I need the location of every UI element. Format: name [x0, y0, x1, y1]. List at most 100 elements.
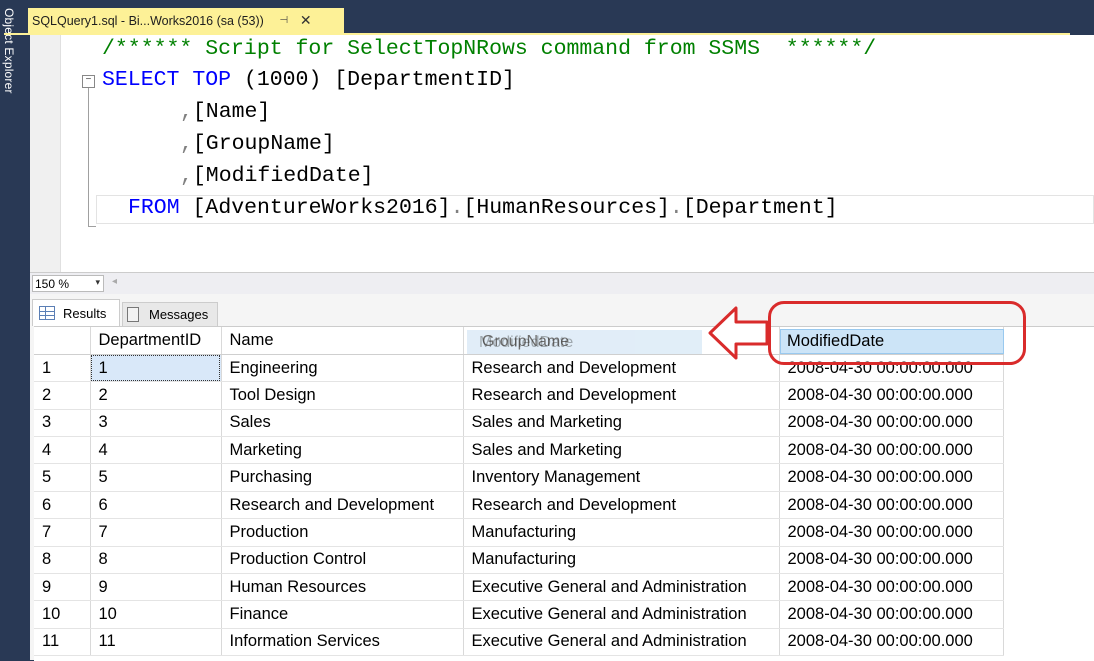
cell-departmentid[interactable]: 1 [90, 354, 222, 383]
tab-messages[interactable]: Messages [122, 302, 218, 326]
column-header-name[interactable]: Name [221, 327, 464, 355]
document-tab-strip: SQLQuery1.sql - Bi...Works2016 (sa (53))… [24, 0, 1094, 33]
table-row[interactable]: 3 3 Sales Sales and Marketing 2008-04-30 00:… [34, 409, 1004, 438]
cell-name[interactable]: Marketing [221, 436, 464, 465]
table-row[interactable]: 4 4 Marketing Sales and Marketing 2008-04-30… [34, 436, 1004, 465]
cell-modifieddate[interactable]: 2008-04-30 00:00:00.000 [779, 546, 1004, 575]
row-number-header[interactable] [34, 327, 91, 355]
document-tab-title[interactable]: SQLQuery1.sql - Bi...Works2016 (sa (53)) [32, 14, 264, 28]
table-row[interactable]: 8 8 Production Control Manufacturing 2008-04… [34, 546, 1004, 575]
cell-groupname[interactable]: Research and Development [463, 491, 780, 520]
table-row[interactable]: 10 10 Finance Executive General and Adminis… [34, 600, 1004, 629]
cell-name[interactable]: Production [221, 518, 464, 547]
editor-gutter [30, 35, 60, 272]
cell-modifieddate[interactable]: 2008-04-30 00:00:00.000 [779, 409, 1004, 438]
results-grid[interactable]: DepartmentID Name 1 1 Engineering Research … [34, 326, 1094, 661]
cell-groupname[interactable]: Executive General and Administration [463, 628, 780, 657]
cell-departmentid[interactable]: 6 [90, 491, 222, 520]
table-row[interactable]: 6 6 Research and Development Research and D… [34, 491, 1004, 520]
cell-departmentid[interactable]: 10 [90, 600, 222, 629]
table-row[interactable]: 2 2 Tool Design Research and Development 200… [34, 381, 1004, 410]
cell-modifieddate[interactable]: 2008-04-30 00:00:00.000 [779, 463, 1004, 492]
document-tab[interactable]: SQLQuery1.sql - Bi...Works2016 (sa (53))… [28, 8, 344, 33]
object-explorer-label[interactable]: Object Explorer [2, 8, 16, 94]
cell-departmentid[interactable]: 4 [90, 436, 222, 465]
cell-groupname[interactable]: Sales and Marketing [463, 409, 780, 438]
table-row[interactable]: 11 11 Information Services Executive Genera… [34, 628, 1004, 657]
row-number[interactable]: 6 [34, 491, 91, 520]
drag-ghost-label: ModifiedDate [479, 334, 574, 351]
code-line-from: FROM [AdventureWorks2016].[HumanResource… [128, 194, 838, 222]
object-explorer-sidebar[interactable]: Object Explorer [0, 0, 24, 660]
cell-modifieddate[interactable]: 2008-04-30 00:00:00.000 [779, 518, 1004, 547]
zoom-dropdown[interactable]: 150 % ▾ [32, 275, 104, 292]
annotation-arrow-icon [708, 306, 769, 360]
code-column: [DepartmentID] [321, 68, 515, 92]
query-editor[interactable]: − /****** Script for SelectTopNRows comm… [30, 35, 1094, 272]
scroll-left-icon[interactable]: ◂ [112, 276, 117, 287]
table-row[interactable]: 9 9 Human Resources Executive General and A… [34, 573, 1004, 602]
code-line-name: ,[Name] [180, 98, 270, 126]
cell-departmentid[interactable]: 8 [90, 546, 222, 575]
cell-name[interactable]: Human Resources [221, 573, 464, 602]
table-row[interactable]: 7 7 Production Manufacturing 2008-04-30 00:0… [34, 518, 1004, 547]
table-row[interactable]: 5 5 Purchasing Inventory Management 2008-04-… [34, 463, 1004, 492]
cell-departmentid[interactable]: 5 [90, 463, 222, 492]
row-number[interactable]: 7 [34, 518, 91, 547]
row-number[interactable]: 3 [34, 409, 91, 438]
row-number[interactable]: 11 [34, 628, 91, 657]
row-number[interactable]: 4 [34, 436, 91, 465]
row-number[interactable]: 10 [34, 600, 91, 629]
cell-name[interactable]: Sales [221, 409, 464, 438]
code-keyword: SELECT TOP [102, 68, 244, 92]
pin-icon[interactable]: ⊣ [278, 15, 290, 27]
cell-modifieddate[interactable]: 2008-04-30 00:00:00.000 [779, 381, 1004, 410]
code-schema: [HumanResources] [463, 196, 670, 220]
cell-departmentid[interactable]: 2 [90, 381, 222, 410]
grid-icon [39, 306, 55, 320]
code-column: [GroupName] [192, 132, 335, 156]
cell-groupname[interactable]: Research and Development [463, 381, 780, 410]
code-comma: , [180, 100, 193, 124]
cell-groupname[interactable]: Executive General and Administration [463, 600, 780, 629]
row-number[interactable]: 9 [34, 573, 91, 602]
column-header-departmentid[interactable]: DepartmentID [90, 327, 222, 355]
cell-departmentid[interactable]: 3 [90, 409, 222, 438]
cell-groupname[interactable]: Manufacturing [463, 546, 780, 575]
fold-guide [88, 88, 89, 226]
cell-name[interactable]: Tool Design [221, 381, 464, 410]
cell-modifieddate[interactable]: 2008-04-30 00:00:00.000 [779, 628, 1004, 657]
results-table: DepartmentID Name 1 1 Engineering Research … [34, 327, 1004, 657]
cell-name[interactable]: Purchasing [221, 463, 464, 492]
cell-modifieddate[interactable]: 2008-04-30 00:00:00.000 [779, 436, 1004, 465]
cell-departmentid[interactable]: 7 [90, 518, 222, 547]
cell-groupname[interactable]: Manufacturing [463, 518, 780, 547]
cell-modifieddate[interactable]: 2008-04-30 00:00:00.000 [779, 491, 1004, 520]
cell-name[interactable]: Finance [221, 600, 464, 629]
cell-name[interactable]: Engineering [221, 354, 464, 383]
cell-name[interactable]: Information Services [221, 628, 464, 657]
cell-groupname[interactable]: Inventory Management [463, 463, 780, 492]
row-number[interactable]: 2 [34, 381, 91, 410]
close-icon[interactable]: ✕ [299, 12, 313, 28]
row-number[interactable]: 5 [34, 463, 91, 492]
cell-modifieddate[interactable]: 2008-04-30 00:00:00.000 [779, 573, 1004, 602]
code-line-select: SELECT TOP (1000) [DepartmentID] [102, 66, 515, 94]
cell-name[interactable]: Production Control [221, 546, 464, 575]
cell-name[interactable]: Research and Development [221, 491, 464, 520]
cell-departmentid[interactable]: 11 [90, 628, 222, 657]
tab-results[interactable]: Results [32, 299, 120, 326]
code-database: [AdventureWorks2016] [192, 196, 451, 220]
cell-modifieddate[interactable]: 2008-04-30 00:00:00.000 [779, 600, 1004, 629]
tab-messages-label: Messages [149, 307, 209, 322]
code-comma: , [180, 164, 193, 188]
row-number[interactable]: 1 [34, 354, 91, 383]
collapse-icon[interactable]: − [82, 75, 95, 88]
cell-groupname[interactable]: Executive General and Administration [463, 573, 780, 602]
chevron-down-icon[interactable]: ▾ [95, 277, 100, 288]
tab-results-label: Results [63, 305, 107, 321]
cell-departmentid[interactable]: 9 [90, 573, 222, 602]
fold-guide-end [88, 226, 96, 227]
cell-groupname[interactable]: Sales and Marketing [463, 436, 780, 465]
row-number[interactable]: 8 [34, 546, 91, 575]
